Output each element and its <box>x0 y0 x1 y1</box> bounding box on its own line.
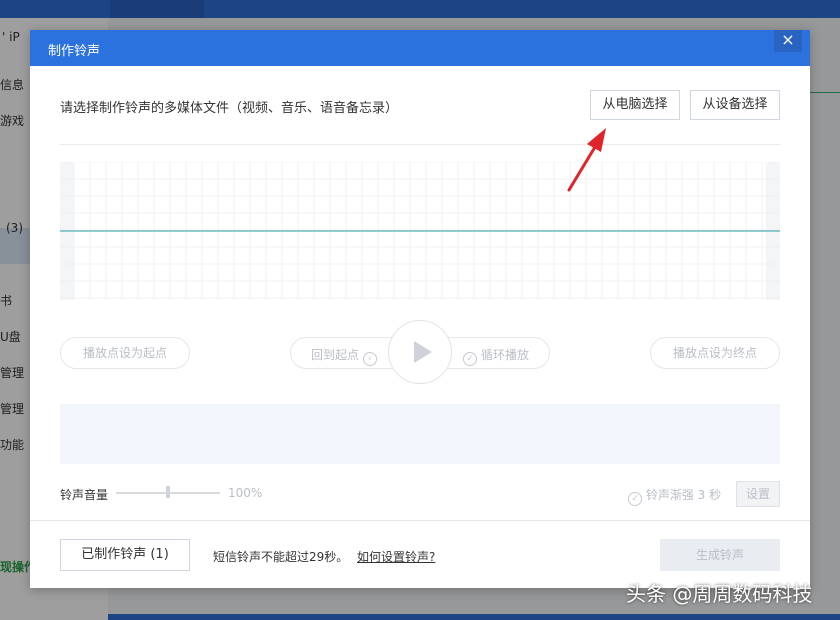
file-prompt: 请选择制作铃声的多媒体文件（视频、音乐、语音备忘录） <box>60 101 399 116</box>
volume-label: 铃声音量 <box>60 488 109 502</box>
close-icon: × <box>781 30 795 49</box>
watermark: 头条 @周周数码科技 <box>626 582 813 606</box>
back-to-start-label: 回到起点 <box>311 348 360 362</box>
set-end-button[interactable]: 播放点设为终点 <box>650 337 780 369</box>
check-circle-icon: ✓ <box>628 492 642 506</box>
volume-value: 100% <box>228 486 263 500</box>
play-icon <box>414 341 432 363</box>
how-to-set-link[interactable]: 如何设置铃声? <box>357 548 435 565</box>
fade-in-toggle[interactable]: ✓ 铃声渐强 3 秒 <box>628 486 721 506</box>
file-info-area <box>60 404 780 464</box>
volume-slider-thumb[interactable] <box>166 486 170 498</box>
rewind-icon: ‹ <box>362 352 377 366</box>
fade-settings-button[interactable]: 设置 <box>736 481 780 507</box>
divider <box>60 144 780 145</box>
loop-toggle[interactable]: ✓ 循环播放 <box>463 346 529 366</box>
loop-label: 循环播放 <box>480 348 529 362</box>
generate-ringtone-button[interactable]: 生成铃声 <box>660 539 780 571</box>
choose-from-pc-button[interactable]: 从电脑选择 <box>590 90 680 120</box>
made-ringtones-button[interactable]: 已制作铃声 (1) <box>60 539 190 571</box>
dialog-title-bar: 制作铃声 × <box>30 30 810 66</box>
check-circle-icon: ✓ <box>463 352 478 366</box>
dialog-title: 制作铃声 <box>48 44 101 59</box>
back-to-start-button[interactable]: 回到起点 ‹ <box>311 346 377 366</box>
fade-in-label: 铃声渐强 3 秒 <box>645 488 722 502</box>
footer-divider <box>30 520 810 521</box>
sms-length-note: 短信铃声不能超过29秒。 <box>213 550 349 564</box>
choose-from-device-button[interactable]: 从设备选择 <box>690 90 780 120</box>
waveform-area[interactable] <box>60 162 780 300</box>
play-button[interactable] <box>388 320 452 384</box>
set-start-button[interactable]: 播放点设为起点 <box>60 337 190 369</box>
close-button[interactable]: × <box>774 30 802 52</box>
ringtone-dialog: 制作铃声 × 请选择制作铃声的多媒体文件（视频、音乐、语音备忘录） 从电脑选择 … <box>30 30 810 588</box>
